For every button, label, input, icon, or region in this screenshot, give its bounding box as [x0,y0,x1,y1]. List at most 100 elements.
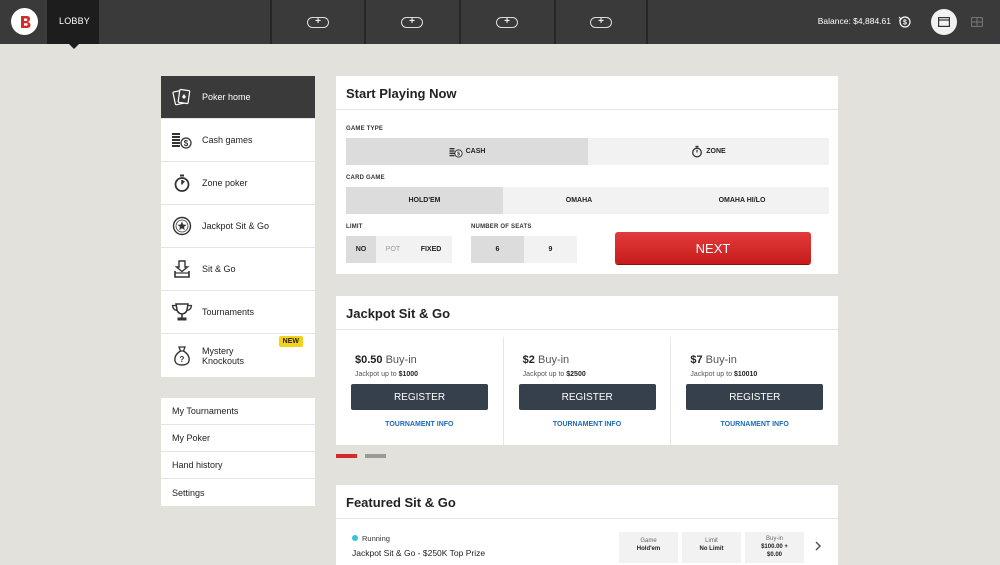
card-game-selector: HOLD'EM OMAHA OMAHA HI/LO [346,187,829,214]
window-icon [938,17,950,27]
sidebar-item-label: Cash games [202,135,253,145]
panel-title: Featured Sit & Go [336,485,838,519]
link-my-tournaments[interactable]: My Tournaments [161,398,315,425]
buyin-price: $7 Buy-in [690,354,737,366]
add-table-icon: + [307,16,329,28]
game-type-zone-label: ZONE [706,148,726,155]
status-text: Running [362,534,390,543]
sit-go-icon [171,258,193,280]
cashier-coin-icon[interactable]: $ [898,15,911,28]
sidebar-item-cash-games[interactable]: $ Cash games [161,119,315,162]
coins-icon: $ [449,147,463,157]
featured-row[interactable]: Running Jackpot Sit & Go - $250K Top Pri… [336,526,838,565]
buyin-price: $0.50 Buy-in [355,354,417,366]
game-type-cash-label: CASH [465,148,486,155]
limit-label: LIMIT [346,224,363,230]
seats-6-button[interactable]: 6 [471,236,524,263]
limit-fixed-button[interactable]: FIXED [410,236,452,263]
pager-dot-active[interactable] [336,454,357,458]
svg-text:?: ? [180,355,185,364]
jackpot-card: $2 Buy-in Jackpot up to $2500 REGISTER T… [504,337,672,445]
sidebar-item-label: Poker home [202,92,251,102]
jackpot-sit-go-panel: Jackpot Sit & Go $0.50 Buy-in Jackpot up… [336,296,838,445]
game-type-zone-button[interactable]: ZONE [588,138,829,165]
card-game-omaha-button[interactable]: OMAHA [503,187,655,214]
limit-pot-button[interactable]: POT [376,236,410,263]
brand-logo-icon [20,15,30,28]
add-table-icon: + [401,16,423,28]
limit-selector: NO POT FIXED [346,236,452,263]
link-my-poker[interactable]: My Poker [161,425,315,452]
status-dot [352,535,358,541]
jackpot-cards: $0.50 Buy-in Jackpot up to $1000 REGISTE… [336,337,838,445]
brand-logo[interactable] [11,8,38,35]
seats-label: NUMBER OF SEATS [471,224,532,230]
add-table-icon: + [496,16,518,28]
featured-sit-go-panel: Featured Sit & Go Running Jackpot Sit & … [336,485,838,565]
jackpot-card: $0.50 Buy-in Jackpot up to $1000 REGISTE… [336,337,504,445]
tournament-info-link[interactable]: TOURNAMENT INFO [336,421,503,428]
game-type-selector: $ CASH ZONE [346,138,829,165]
limit-cell: Limit No Limit [682,532,741,563]
sidebar-item-jackpot-sit-go[interactable]: Jackpot Sit & Go [161,205,315,248]
jackpot-max: Jackpot up to $10010 [690,371,758,378]
jackpot-max: Jackpot up to $1000 [355,371,419,378]
link-hand-history[interactable]: Hand history [161,452,315,479]
svg-text:$: $ [457,151,460,157]
sidebar-item-zone-poker[interactable]: Zone poker [161,162,315,205]
game-type-label: GAME TYPE [346,126,384,132]
open-table-slot-4[interactable]: + [554,0,648,44]
panel-title: Jackpot Sit & Go [336,296,838,330]
sidebar-item-label: Tournaments [202,307,255,317]
sidebar-item-label: Mystery Knockouts [202,345,245,366]
tournament-info-link[interactable]: TOURNAMENT INFO [671,421,838,428]
sidebar-item-label: Jackpot Sit & Go [202,221,270,231]
register-button[interactable]: REGISTER [686,384,824,410]
top-bar: LOBBY + + + + Balance: $4,884.61 $ [0,0,1000,49]
register-button[interactable]: REGISTER [518,384,656,410]
card-game-omaha-hilo-button[interactable]: OMAHA HI/LO [655,187,829,214]
start-playing-panel: Start Playing Now GAME TYPE $ CASH ZONE … [336,76,838,274]
tournament-info-link[interactable]: TOURNAMENT INFO [504,421,671,428]
chevron-right-icon[interactable] [814,541,822,551]
tournament-name: Jackpot Sit & Go - $250K Top Prize [352,548,486,558]
sidebar-item-tournaments[interactable]: Tournaments [161,291,315,334]
seats-9-button[interactable]: 9 [524,236,577,263]
card-game-holdem-button[interactable]: HOLD'EM [346,187,503,214]
link-settings[interactable]: Settings [161,479,315,506]
seats-selector: 6 9 [471,236,577,263]
sidebar-item-poker-home[interactable]: Poker home [161,76,315,119]
balance-text: Balance: $4,884.61 [817,16,891,26]
sidebar-item-label: Sit & Go [202,264,236,274]
panel-title: Start Playing Now [336,76,838,110]
stopwatch-icon [171,172,193,194]
add-table-icon: + [590,16,612,28]
open-table-slot-2[interactable]: + [364,0,458,44]
open-table-slot-1[interactable]: + [270,0,364,44]
trophy-icon [171,301,193,323]
stopwatch-icon [692,145,703,158]
single-view-button[interactable] [931,9,957,35]
game-cell: Game Hold'em [619,532,678,563]
tile-view-button[interactable] [964,9,990,35]
coins-icon: $ [171,129,193,151]
new-badge: NEW [278,336,303,347]
game-type-cash-button[interactable]: $ CASH [346,138,588,165]
jackpot-card: $7 Buy-in Jackpot up to $10010 REGISTER … [671,337,838,445]
tab-lobby[interactable]: LOBBY [47,0,99,49]
card-game-label: CARD GAME [346,175,385,181]
sidebar-item-sit-go[interactable]: Sit & Go [161,248,315,291]
next-button[interactable]: NEXT [615,232,811,264]
jackpot-icon [171,215,193,237]
account-links: My Tournaments My Poker Hand history Set… [161,398,315,506]
grid-icon [971,17,983,27]
buyin-price: $2 Buy-in [522,354,570,366]
svg-text:$: $ [903,20,907,27]
sidebar-item-mystery-knockouts[interactable]: ? Mystery Knockouts NEW [161,334,315,377]
limit-no-button[interactable]: NO [346,236,376,263]
sidebar-item-label: Zone poker [202,178,248,188]
money-bag-icon: ? [171,345,193,367]
pager-dot[interactable] [365,454,386,458]
register-button[interactable]: REGISTER [351,384,488,410]
open-table-slot-3[interactable]: + [459,0,553,44]
